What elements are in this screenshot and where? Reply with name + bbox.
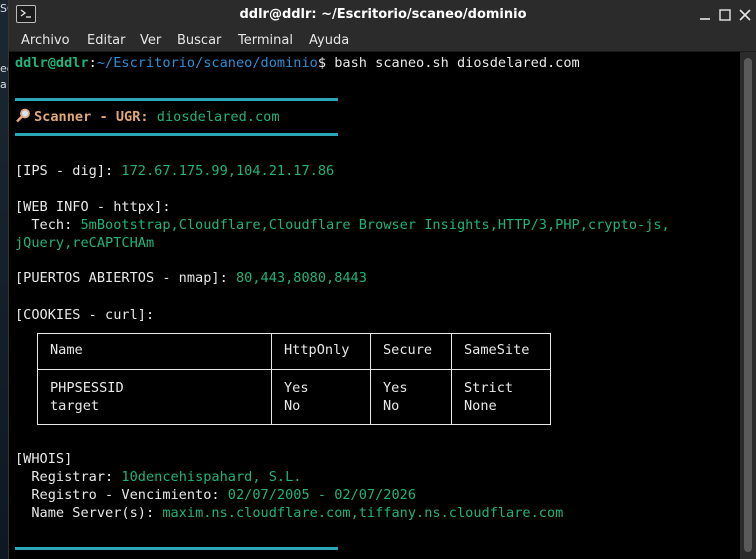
separator-rule <box>15 98 338 101</box>
column-header-httponly: HttpOnly <box>271 333 371 370</box>
cookie-samesite-value: None <box>464 398 497 414</box>
scrollbar[interactable] <box>740 52 756 559</box>
cookie-secure: Yes No <box>370 369 452 425</box>
dates-value: 02/07/2005 - 02/07/2026 <box>227 487 417 503</box>
menu-ver[interactable]: Ver <box>140 33 161 48</box>
ports-value: 80,443,8080,8443 <box>235 270 367 286</box>
scanner-label: Scanner - UGR: <box>34 109 149 125</box>
ports-line: [PUERTOS ABIERTOS - nmap]: 80,443,8080,8… <box>15 269 367 287</box>
title-bar[interactable]: ddlr@ddlr: ~/Escritorio/scaneo/dominio <box>9 0 756 30</box>
table-header-row: Name HttpOnly Secure SameSite <box>37 333 551 370</box>
ns-value: maxim.ns.cloudflare.com,tiffany.ns.cloud… <box>162 505 564 521</box>
magnifier-icon <box>15 108 34 123</box>
cookie-httponly: Yes No <box>271 369 371 425</box>
prompt-colon: : <box>88 55 97 71</box>
cookie-samesite: Strict None <box>451 369 551 425</box>
cookie-names: PHPSESSID target <box>37 369 272 425</box>
scanner-header: Scanner - UGR: diosdelared.com <box>15 108 280 126</box>
column-header-name: Name <box>37 333 272 370</box>
ips-line: [IPS - dig]: 172.67.175.99,104.21.17.86 <box>15 162 334 180</box>
scanner-target: diosdelared.com <box>156 109 280 125</box>
close-icon[interactable] <box>737 7 753 23</box>
cookie-samesite-value: Strict <box>464 380 514 396</box>
tech-line: Tech: 5mBootstrap,Cloudflare,Cloudflare … <box>15 216 670 234</box>
menu-editar[interactable]: Editar <box>87 33 126 48</box>
desktop-edge-text: a <box>0 78 7 91</box>
prompt-symbol: $ <box>317 55 327 71</box>
ips-label: [IPS - dig]: <box>15 163 122 179</box>
cookies-table: Name HttpOnly Secure SameSite PHPSESSID t… <box>37 333 551 425</box>
ns-label: Name Server(s): <box>15 505 163 521</box>
prompt-path: ~/Escritorio/scaneo/dominio <box>96 55 318 71</box>
tech-value: 5mBootstrap,Cloudflare,Cloudflare Browse… <box>80 217 670 233</box>
registrar-label: Registrar: <box>15 469 122 485</box>
cookie-secure-value: Yes <box>383 380 408 396</box>
column-header-samesite: SameSite <box>451 333 551 370</box>
registrar-value: 10dencehispahard, S.L. <box>121 469 302 485</box>
separator-rule <box>15 547 338 550</box>
window-title: ddlr@ddlr: ~/Escritorio/scaneo/dominio <box>239 7 527 22</box>
whois-header: [WHOIS] <box>15 451 73 467</box>
minimize-icon[interactable] <box>697 7 713 23</box>
cookie-name: PHPSESSID <box>50 380 124 396</box>
prompt-user-host: ddlr@ddlr <box>15 55 89 71</box>
whois-dates: Registro - Vencimiento: 02/07/2005 - 02/… <box>15 486 416 504</box>
command-prompt: ddlr@ddlr:~/Escritorio/scaneo/dominio$ b… <box>15 54 580 72</box>
menu-archivo[interactable]: Archivo <box>21 33 70 48</box>
separator-rule <box>15 133 338 136</box>
ips-value: 172.67.175.99,104.21.17.86 <box>121 163 335 179</box>
whois-registrar: Registrar: 10dencehispahard, S.L. <box>15 468 301 486</box>
menu-terminal[interactable]: Terminal <box>238 33 293 48</box>
cookie-name: target <box>50 398 100 414</box>
tech-value-continued: jQuery,reCAPTCHAm <box>15 235 155 251</box>
dates-label: Registro - Vencimiento: <box>15 487 228 503</box>
maximize-icon[interactable] <box>717 7 733 23</box>
scrollbar-thumb[interactable] <box>744 58 752 552</box>
menu-bar: Archivo Editar Ver Buscar Terminal Ayuda <box>9 30 756 52</box>
terminal-output[interactable]: ddlr@ddlr:~/Escritorio/scaneo/dominio$ b… <box>9 52 741 559</box>
tech-label: Tech: <box>15 217 81 233</box>
ports-label: [PUERTOS ABIERTOS - nmap]: <box>15 270 236 286</box>
menu-ayuda[interactable]: Ayuda <box>309 33 349 48</box>
cookies-header: [COOKIES - curl]: <box>15 307 155 323</box>
cookie-secure-value: No <box>383 398 400 414</box>
whois-nameservers: Name Server(s): maxim.ns.cloudflare.com,… <box>15 504 563 522</box>
menu-buscar[interactable]: Buscar <box>177 33 221 48</box>
terminal-window: ddlr@ddlr: ~/Escritorio/scaneo/dominio A… <box>8 0 756 559</box>
cookie-httponly-value: Yes <box>284 380 309 396</box>
web-info-header: [WEB INFO - httpx]: <box>15 199 171 215</box>
prompt-command: bash scaneo.sh diosdelared.com <box>326 55 580 71</box>
table-row: PHPSESSID target Yes No Yes No Strict None <box>37 369 551 425</box>
cookie-httponly-value: No <box>284 398 301 414</box>
column-header-secure: Secure <box>370 333 452 370</box>
